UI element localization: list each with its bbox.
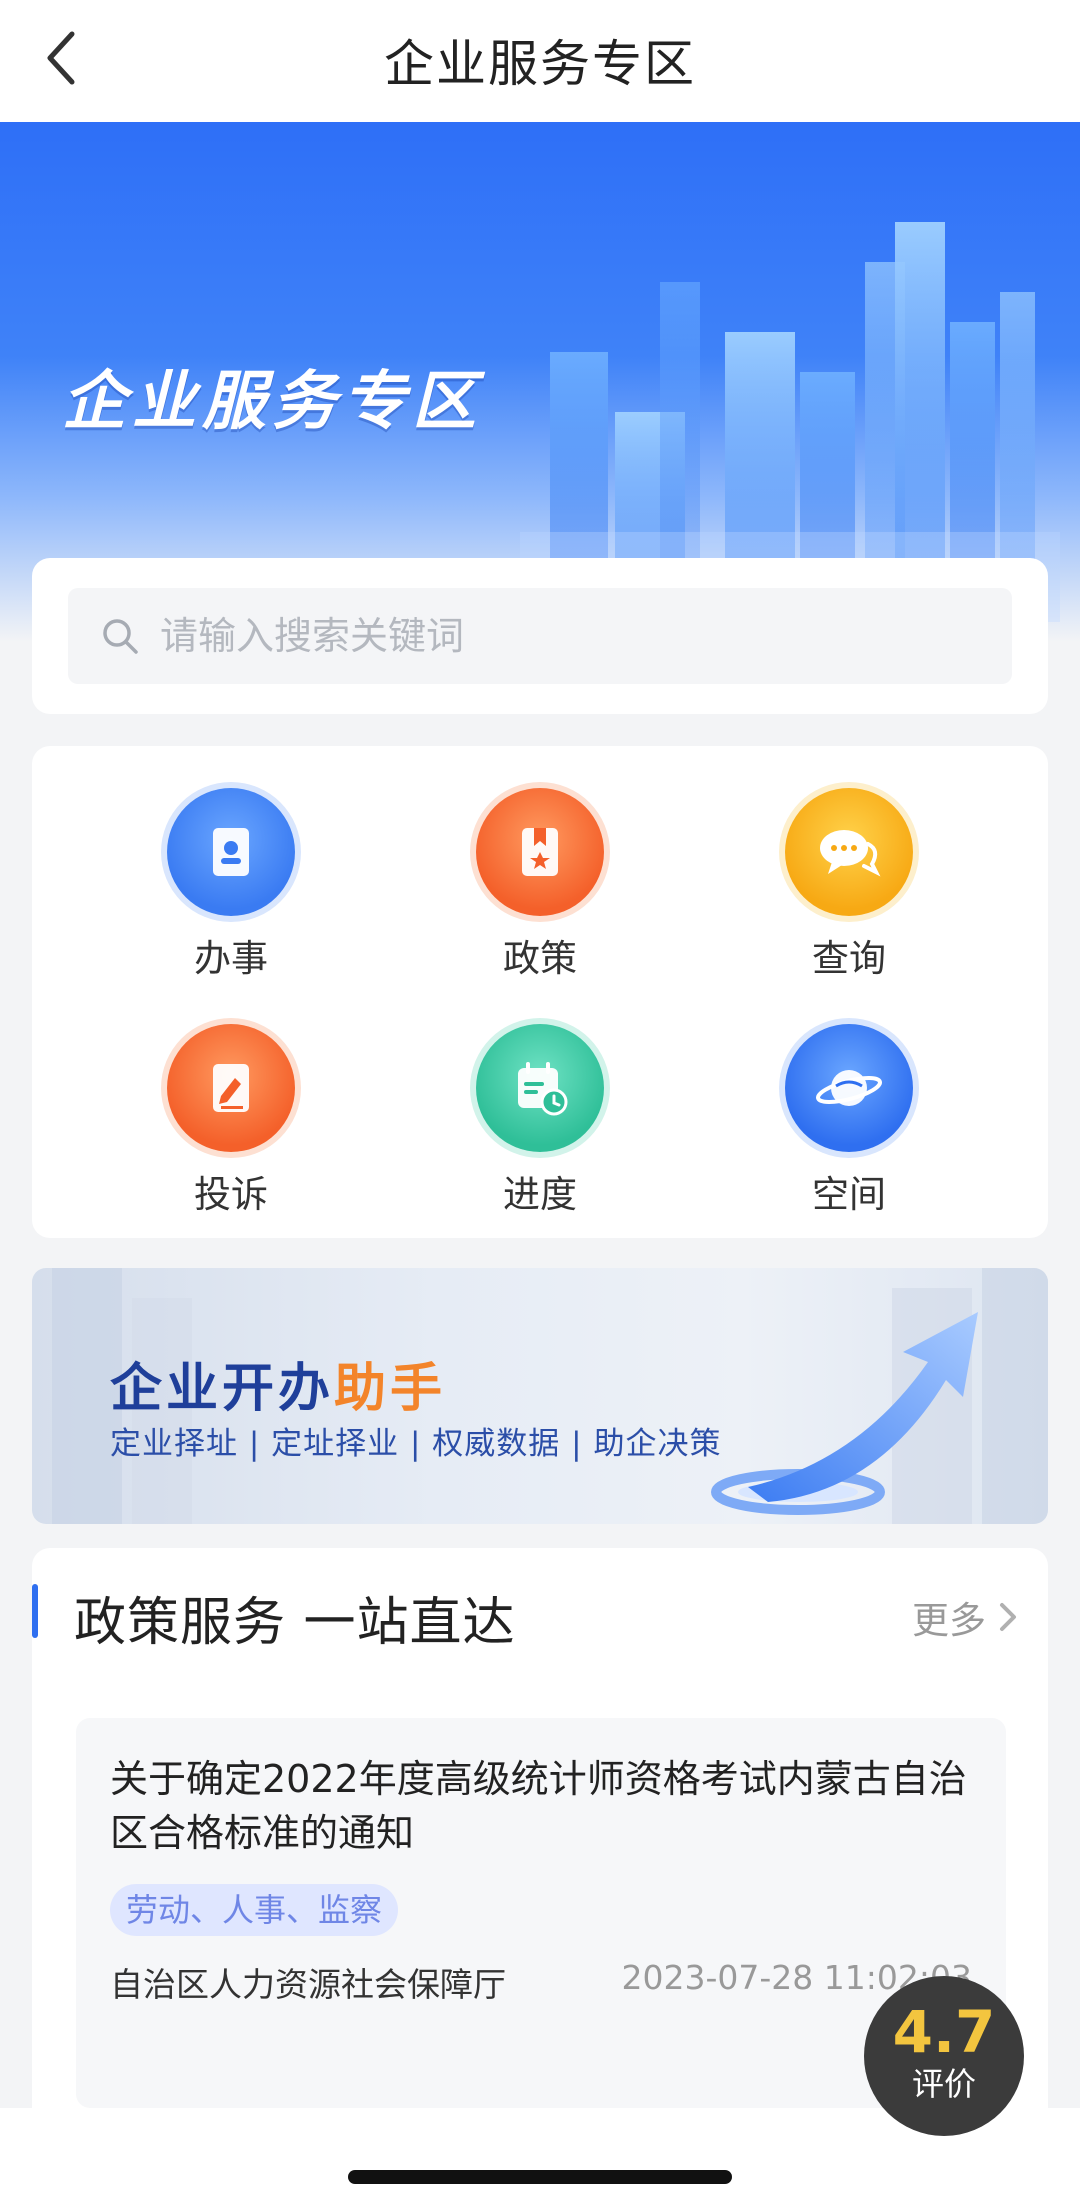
top-nav-bar: 企业服务专区 xyxy=(0,0,1080,122)
chevron-right-icon xyxy=(1000,1603,1016,1631)
search-card xyxy=(32,558,1048,714)
rating-score: 4.7 xyxy=(892,1998,996,2066)
menu-item-kongjian[interactable]: 空间 xyxy=(729,1024,969,1224)
more-label: 更多 xyxy=(912,1599,986,1642)
page-title: 企业服务专区 xyxy=(384,35,696,93)
promo-title: 企业开办助手 xyxy=(110,1346,446,1421)
hero-title: 企业服务专区 xyxy=(62,365,482,439)
policy-book-icon xyxy=(476,788,604,916)
home-indicator xyxy=(348,2170,732,2184)
service-menu-grid: 办事 政策 查询 投诉 进度 空间 xyxy=(32,746,1048,1238)
promo-subtitle: 定业择址 | 定址择业 | 权威数据 | 助企决策 xyxy=(110,1426,722,1462)
planet-icon xyxy=(785,1024,913,1152)
complaint-document-icon xyxy=(167,1024,295,1152)
rating-button[interactable]: 4.7 评价 xyxy=(864,1976,1024,2136)
promo-title-main: 企业开办 xyxy=(110,1359,335,1419)
menu-item-jindu[interactable]: 进度 xyxy=(420,1024,660,1224)
search-icon xyxy=(103,619,138,654)
menu-item-label: 查询 xyxy=(812,937,886,980)
search-input[interactable] xyxy=(160,614,980,658)
menu-item-label: 投诉 xyxy=(194,1173,268,1216)
search-box[interactable] xyxy=(68,588,1012,684)
section-title: 政策服务 一站直达 xyxy=(74,1593,516,1653)
menu-item-banshi[interactable]: 办事 xyxy=(111,788,351,988)
calendar-clock-icon xyxy=(476,1024,604,1152)
menu-item-chaxun[interactable]: 查询 xyxy=(729,788,969,988)
menu-item-zhengce[interactable]: 政策 xyxy=(420,788,660,988)
menu-item-tousu[interactable]: 投诉 xyxy=(111,1024,351,1224)
enterprise-assistant-banner[interactable]: 企业开办助手 定业择址 | 定址择业 | 权威数据 | 助企决策 xyxy=(32,1268,1048,1524)
growth-arrow-icon xyxy=(711,1312,978,1515)
news-title: 关于确定2022年度高级统计师资格考试内蒙古自治区合格标准的通知 xyxy=(110,1757,967,1855)
promo-title-accent: 助手 xyxy=(334,1359,447,1419)
rating-label: 评价 xyxy=(911,2065,976,2103)
document-person-icon xyxy=(167,788,295,916)
menu-item-label: 进度 xyxy=(503,1173,577,1216)
news-source: 自治区人力资源社会保障厅 xyxy=(110,1965,506,2004)
menu-item-label: 办事 xyxy=(194,937,268,980)
menu-item-label: 政策 xyxy=(503,937,577,980)
chat-bubble-icon xyxy=(785,788,913,916)
section-accent-bar xyxy=(32,1584,38,1638)
more-link[interactable]: 更多 xyxy=(912,1590,1024,1644)
page: 企业服务专区 企业服务专区 请输入搜索关键词 办事 政策 查询 投诉 进度 空间… xyxy=(0,0,1080,2206)
menu-item-label: 空间 xyxy=(812,1173,886,1216)
news-category-tag: 劳动、人事、监察 xyxy=(110,1884,399,1936)
